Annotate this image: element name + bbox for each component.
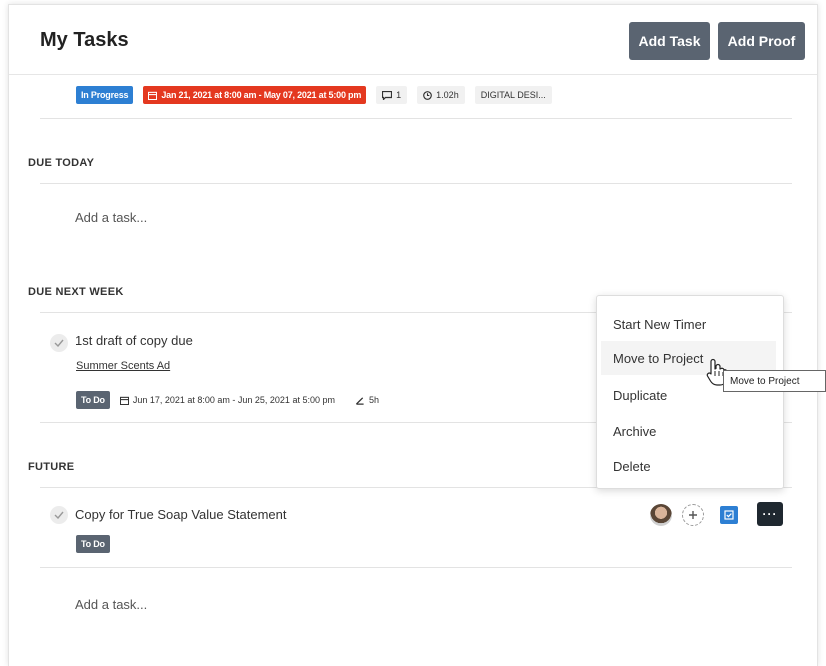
status-badge[interactable]: To Do <box>76 535 110 553</box>
task-context-menu: Start New Timer Move to Project Duplicat… <box>596 295 784 489</box>
status-badge[interactable]: In Progress <box>76 86 134 104</box>
add-task-input[interactable]: Add a task... <box>75 597 147 612</box>
estimate-value: 5h <box>368 395 379 405</box>
menu-item-delete[interactable]: Delete <box>597 449 783 483</box>
comments-count: 1 <box>396 90 402 100</box>
divider <box>40 183 792 184</box>
task-name[interactable]: 1st draft of copy due <box>75 333 193 348</box>
task-meta-row: To Do <box>76 535 110 553</box>
divider <box>40 118 792 119</box>
complete-task-check[interactable] <box>50 506 68 524</box>
plus-icon <box>689 511 697 519</box>
checkbox-icon <box>724 510 734 520</box>
task-meta-row: In Progress Jan 21, 2021 at 8:00 am - Ma… <box>76 86 552 104</box>
estimate-icon <box>355 396 364 405</box>
calendar-icon <box>148 91 158 100</box>
task-checkbox-button[interactable] <box>720 506 738 524</box>
date-range[interactable]: Jun 17, 2021 at 8:00 am - Jun 25, 2021 a… <box>119 395 335 405</box>
complete-task-check[interactable] <box>50 334 68 352</box>
more-icon: ··· <box>762 507 778 521</box>
section-title-due-next-week: DUE NEXT WEEK <box>28 286 124 298</box>
menu-item-start-new-timer[interactable]: Start New Timer <box>597 307 783 341</box>
project-tag[interactable]: DIGITAL DESI... <box>474 86 552 104</box>
calendar-icon <box>119 396 129 405</box>
status-badge[interactable]: To Do <box>76 391 110 409</box>
date-range-text: Jun 17, 2021 at 8:00 am - Jun 25, 2021 a… <box>132 395 335 405</box>
date-range-text: Jan 21, 2021 at 8:00 am - May 07, 2021 a… <box>161 90 362 100</box>
page-title: My Tasks <box>40 29 129 51</box>
add-task-button[interactable]: Add Task <box>629 22 710 60</box>
check-icon <box>54 339 64 347</box>
assignee-avatar[interactable] <box>650 504 672 526</box>
comment-icon <box>382 90 393 100</box>
project-link[interactable]: Summer Scents Ad <box>76 360 170 372</box>
time-chip[interactable]: 1.02h <box>417 86 465 104</box>
task-name[interactable]: Copy for True Soap Value Statement <box>75 507 287 522</box>
clock-icon <box>423 90 433 100</box>
more-options-button[interactable]: ··· <box>757 502 783 526</box>
task-meta-row: To Do Jun 17, 2021 at 8:00 am - Jun 25, … <box>76 391 379 409</box>
time-value: 1.02h <box>436 90 459 100</box>
section-title-due-today: DUE TODAY <box>28 157 95 169</box>
comments-chip[interactable]: 1 <box>376 86 408 104</box>
section-title-future: FUTURE <box>28 461 75 473</box>
estimate-chip[interactable]: 5h <box>355 395 379 405</box>
add-proof-button[interactable]: Add Proof <box>718 22 805 60</box>
add-task-input[interactable]: Add a task... <box>75 210 147 225</box>
add-assignee-button[interactable] <box>682 504 704 526</box>
check-icon <box>54 511 64 519</box>
date-range-badge[interactable]: Jan 21, 2021 at 8:00 am - May 07, 2021 a… <box>143 86 367 104</box>
divider <box>40 567 792 568</box>
menu-item-archive[interactable]: Archive <box>597 414 783 448</box>
my-tasks-panel: My Tasks Add Task Add Proof In Progress … <box>8 4 818 666</box>
tooltip: Move to Project <box>723 370 826 392</box>
page-header: My Tasks Add Task Add Proof <box>9 5 817 75</box>
